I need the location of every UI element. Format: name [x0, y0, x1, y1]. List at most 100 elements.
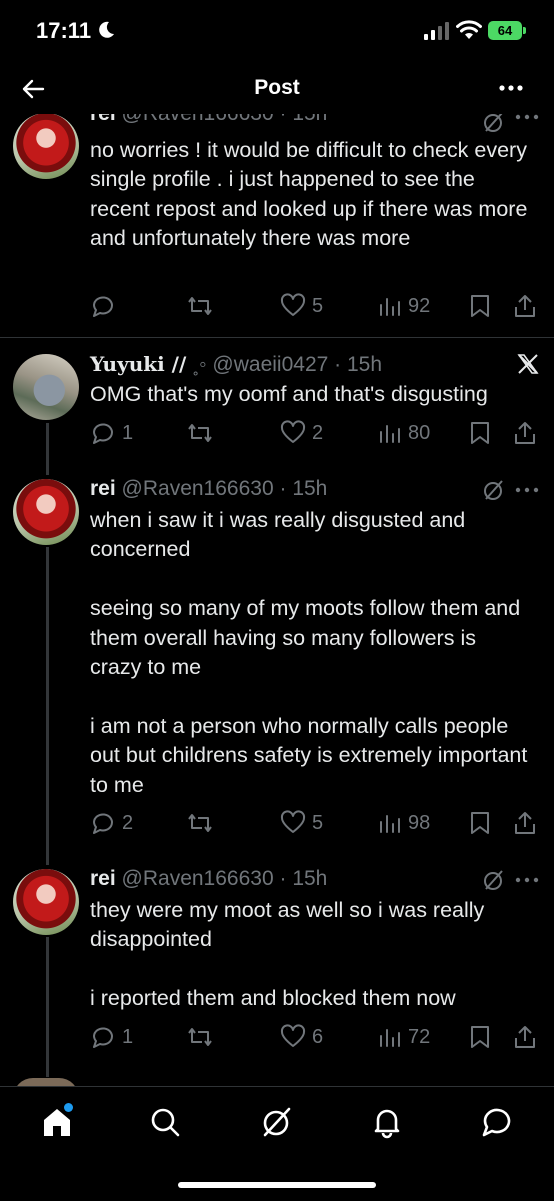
action-bar: 2 5 98	[90, 808, 540, 838]
share-button[interactable]	[512, 1022, 538, 1052]
author-handle[interactable]: @Raven166630	[122, 477, 274, 500]
like-icon	[280, 810, 306, 833]
views-icon	[380, 1029, 400, 1047]
like-count: 2	[312, 421, 324, 444]
like-icon	[280, 293, 306, 316]
battery-indicator: 64	[488, 21, 522, 40]
share-button[interactable]	[512, 291, 538, 321]
views-icon	[380, 815, 400, 833]
status-time: 17:11	[36, 18, 92, 43]
author-handle[interactable]: @waeii0427	[212, 353, 328, 376]
author-handle[interactable]: @Raven166630	[122, 867, 274, 890]
bookmark-icon	[471, 812, 489, 834]
tab-home[interactable]	[40, 1103, 74, 1144]
bookmark-button[interactable]	[468, 418, 492, 448]
more-icon[interactable]	[514, 875, 540, 885]
messages-icon	[482, 1108, 511, 1137]
thread-line	[46, 937, 49, 1077]
bookmark-button[interactable]	[468, 808, 492, 838]
share-button[interactable]	[512, 418, 538, 448]
avatar[interactable]	[13, 113, 79, 179]
reply-text: no worries ! it would be difficult to ch…	[90, 138, 528, 251]
notification-dot	[64, 1103, 73, 1112]
action-bar: 1 6 72	[90, 1022, 540, 1052]
battery-nub	[523, 27, 526, 34]
author-name[interactable]: rei	[90, 867, 116, 890]
page-title: Post	[254, 76, 300, 99]
author-name[interactable]: rei	[90, 477, 116, 500]
reply-button[interactable]	[90, 291, 122, 321]
action-bar: 1 2 80	[90, 418, 540, 448]
reply-text: OMG that's my oomf and that's disgusting	[90, 382, 488, 406]
like-button[interactable]: 6	[280, 1022, 323, 1052]
reply-meta: rei @Raven166630 · 15h	[90, 477, 328, 500]
like-button[interactable]: 2	[280, 418, 323, 448]
reply-icon	[93, 296, 113, 317]
post-time: 15h	[292, 867, 328, 890]
status-bar: 17:11 64	[0, 0, 554, 62]
share-icon	[515, 295, 535, 317]
reply-button[interactable]: 1	[90, 1022, 133, 1052]
repost-icon	[188, 1028, 212, 1046]
views-icon	[380, 425, 400, 443]
repost-button[interactable]	[186, 1022, 214, 1052]
more-icon[interactable]	[514, 485, 540, 495]
bookmark-icon	[471, 1026, 489, 1048]
bookmark-button[interactable]	[468, 1022, 492, 1052]
repost-button[interactable]	[186, 291, 214, 321]
reply-icon	[93, 423, 113, 444]
avatar[interactable]	[13, 354, 79, 420]
views-button[interactable]: 80	[378, 418, 430, 448]
bookmark-button[interactable]	[468, 291, 492, 321]
name-suffix: ˳◦	[192, 353, 207, 376]
like-count: 5	[312, 294, 324, 317]
view-count: 80	[408, 421, 431, 444]
grok-icon[interactable]	[482, 478, 506, 502]
like-count: 5	[312, 811, 324, 834]
signal-icon	[424, 22, 449, 40]
reply-meta: rei @Raven166630 · 15h	[90, 867, 328, 890]
bookmark-icon	[471, 295, 489, 317]
share-button[interactable]	[512, 808, 538, 838]
bookmark-icon	[471, 422, 489, 444]
reply-count: 2	[122, 811, 134, 834]
author-name[interactable]: Yuyuki //	[90, 352, 186, 376]
home-indicator	[178, 1182, 376, 1188]
like-button[interactable]: 5	[280, 808, 323, 838]
views-icon	[380, 298, 400, 316]
reply-icon	[93, 1027, 113, 1048]
avatar[interactable]	[13, 869, 79, 935]
thread-line	[46, 547, 49, 865]
notifications-icon	[374, 1109, 400, 1139]
divider	[0, 337, 554, 338]
reply-button[interactable]: 1	[90, 418, 133, 448]
avatar[interactable]	[13, 479, 79, 545]
view-count: 98	[408, 811, 431, 834]
repost-button[interactable]	[186, 808, 214, 838]
post-time: 15h	[292, 477, 328, 500]
repost-icon	[188, 297, 212, 315]
view-count: 72	[408, 1025, 431, 1048]
tab-notifications[interactable]	[370, 1105, 404, 1144]
view-count: 92	[408, 294, 431, 317]
grok-icon	[263, 1107, 291, 1137]
tab-search[interactable]	[148, 1105, 182, 1144]
share-icon	[515, 1026, 535, 1048]
share-icon	[515, 422, 535, 444]
more-icon[interactable]	[496, 76, 528, 100]
tab-grok[interactable]	[260, 1105, 294, 1144]
views-button[interactable]: 92	[378, 291, 430, 321]
tab-messages[interactable]	[480, 1105, 514, 1144]
like-count: 6	[312, 1025, 324, 1048]
views-button[interactable]: 72	[378, 1022, 430, 1052]
grok-icon[interactable]	[482, 868, 506, 892]
x-logo-icon	[517, 354, 539, 374]
share-icon	[515, 812, 535, 834]
views-button[interactable]: 98	[378, 808, 430, 838]
nav-header: Post	[0, 62, 554, 114]
like-button[interactable]: 5	[280, 291, 323, 321]
reply-count: 1	[122, 421, 134, 444]
reply-button[interactable]: 2	[90, 808, 133, 838]
moon-icon	[99, 21, 114, 38]
repost-button[interactable]	[186, 418, 214, 448]
